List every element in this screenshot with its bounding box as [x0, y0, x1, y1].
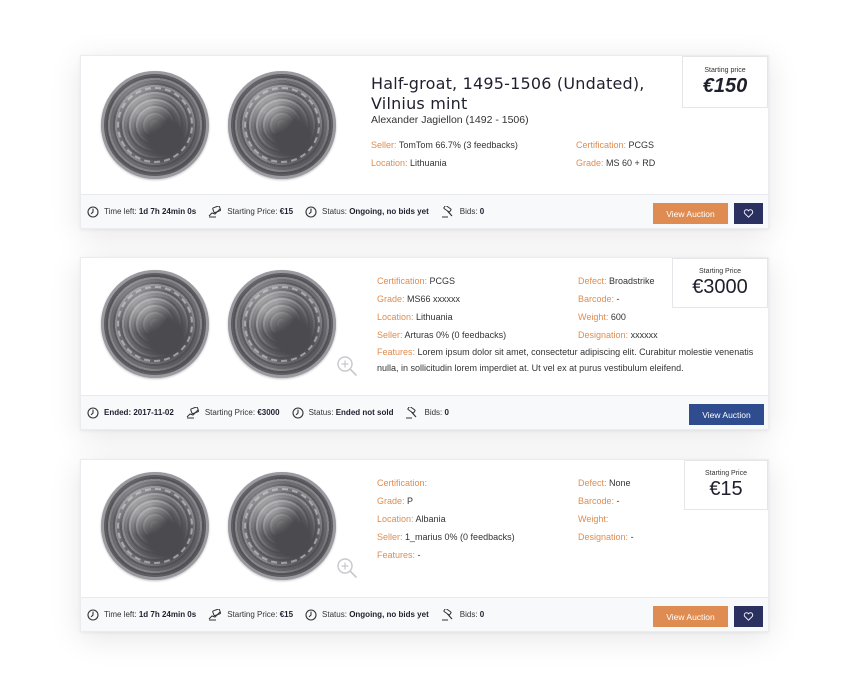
field-grade: Grade: P — [377, 496, 414, 506]
field-location: Location: Lithuania — [371, 158, 447, 168]
status-stat: Status: Ended not sold — [292, 407, 393, 419]
coin-reverse-image[interactable] — [228, 71, 336, 179]
card-footer: Ended: 2017-11-02 Starting Price: €3000 … — [81, 395, 768, 429]
field-location: Location: Albania — [377, 514, 446, 524]
price-value: €3000 — [692, 276, 748, 298]
clock-icon — [87, 407, 99, 419]
price-label: Starting Price — [698, 268, 742, 275]
gavel-icon — [441, 206, 455, 218]
coin-obverse-image[interactable] — [101, 71, 209, 179]
card-body: Half-groat, 1495-1506 (Undated), Vilnius… — [81, 56, 768, 196]
field-grade: Grade: MS66 xxxxxx — [377, 294, 461, 304]
money-icon — [208, 609, 222, 621]
field-certification: Certification: PCGS — [576, 140, 655, 150]
field-designation: Designation: - — [578, 532, 634, 542]
auction-subtitle: Alexander Jagiellon (1492 - 1506) — [371, 114, 529, 126]
clock-icon — [87, 206, 99, 218]
price-label: Starting price — [704, 67, 746, 74]
favorite-button[interactable] — [734, 203, 763, 224]
field-barcode: Barcode: - — [578, 294, 620, 304]
starting-price-box: Starting Price €3000 — [672, 258, 768, 308]
card-footer: Time left: 1d 7h 24min 0s Starting Price… — [81, 597, 768, 631]
field-certification: Certification: — [377, 478, 428, 488]
auction-card: Certification: Grade: P Location: Albani… — [80, 459, 769, 632]
price-value: €150 — [702, 75, 748, 97]
field-features: Features: - — [377, 550, 421, 560]
field-grade: Grade: MS 60 + RD — [576, 158, 656, 168]
price-label: Starting Price — [704, 470, 748, 477]
field-seller: Seller: 1_marius 0% (0 feedbacks) — [377, 532, 515, 542]
auction-card: Certification: PCGS Grade: MS66 xxxxxx L… — [80, 257, 769, 430]
starting-price-box: Starting price €150 — [682, 56, 768, 108]
field-certification: Certification: PCGS — [377, 276, 456, 286]
field-seller: Seller: Arturas 0% (0 feedbacks) — [377, 330, 507, 340]
time-left-stat: Time left: 1d 7h 24min 0s — [87, 206, 196, 218]
money-icon — [208, 206, 222, 218]
clock-icon — [87, 609, 99, 621]
heart-icon — [743, 208, 754, 219]
clock-icon — [305, 609, 317, 621]
field-weight: Weight: — [578, 514, 609, 524]
coin-obverse-image[interactable] — [101, 270, 209, 378]
clock-icon — [292, 407, 304, 419]
gavel-icon — [441, 609, 455, 621]
status-stat: Status: Ongoing, no bids yet — [305, 609, 429, 621]
starting-price-stat: Starting Price: €15 — [208, 206, 293, 218]
field-features: Features: Lorem ipsum dolor sit amet, co… — [377, 347, 754, 373]
view-auction-button[interactable]: View Auction — [653, 606, 728, 627]
zoom-icon[interactable] — [336, 355, 358, 377]
coin-reverse-image[interactable] — [228, 472, 336, 580]
card-footer: Time left: 1d 7h 24min 0s Starting Price… — [81, 194, 768, 228]
field-designation: Designation: xxxxxx — [578, 330, 658, 340]
coin-reverse-image[interactable] — [228, 270, 336, 378]
bids-stat: Bids: 0 — [441, 609, 484, 621]
card-body: Certification: Grade: P Location: Albani… — [81, 460, 768, 600]
clock-icon — [305, 206, 317, 218]
bids-stat: Bids: 0 — [405, 407, 449, 419]
coin-obverse-image[interactable] — [101, 472, 209, 580]
bids-stat: Bids: 0 — [441, 206, 484, 218]
favorite-button[interactable] — [734, 606, 763, 627]
field-defect: Defect: Broadstrike — [578, 276, 655, 286]
field-weight: Weight: 600 — [578, 312, 626, 322]
time-left-stat: Time left: 1d 7h 24min 0s — [87, 609, 196, 621]
auction-title[interactable]: Half-groat, 1495-1506 (Undated), Vilnius… — [371, 74, 671, 114]
field-seller: Seller: TomTom 66.7% (3 feedbacks) — [371, 140, 518, 150]
starting-price-box: Starting Price €15 — [684, 460, 768, 510]
card-body: Certification: PCGS Grade: MS66 xxxxxx L… — [81, 258, 768, 398]
money-icon — [186, 407, 200, 419]
field-barcode: Barcode: - — [578, 496, 620, 506]
price-value: €15 — [709, 478, 743, 500]
zoom-icon[interactable] — [336, 557, 358, 579]
status-stat: Status: Ongoing, no bids yet — [305, 206, 429, 218]
gavel-icon — [405, 407, 419, 419]
field-location: Location: Lithuania — [377, 312, 453, 322]
starting-price-stat: Starting Price: €15 — [208, 609, 293, 621]
view-auction-button[interactable]: View Auction — [689, 404, 764, 425]
view-auction-button[interactable]: View Auction — [653, 203, 728, 224]
auction-card: Half-groat, 1495-1506 (Undated), Vilnius… — [80, 55, 769, 229]
starting-price-stat: Starting Price: €3000 — [186, 407, 280, 419]
ended-stat: Ended: 2017-11-02 — [87, 407, 174, 419]
field-defect: Defect: None — [578, 478, 631, 488]
heart-icon — [743, 611, 754, 622]
